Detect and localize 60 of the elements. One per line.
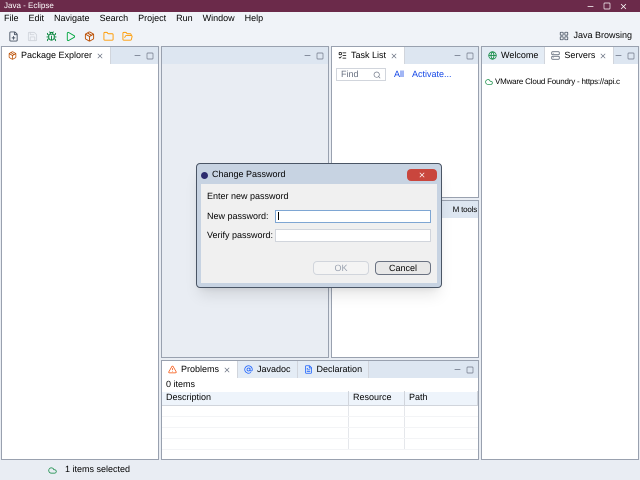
close-icon[interactable] <box>599 52 608 60</box>
server-item[interactable]: VMware Cloud Foundry - https://api.c <box>495 76 620 88</box>
view-tab[interactable]: Servers <box>545 47 614 64</box>
menu-item[interactable]: Edit <box>28 12 44 26</box>
menu-item[interactable]: File <box>4 12 19 26</box>
dialog-logo-icon <box>201 172 208 178</box>
new-file-icon[interactable] <box>8 30 19 42</box>
close-icon[interactable] <box>96 52 104 60</box>
menu-item[interactable]: Navigate <box>54 12 90 26</box>
find-field[interactable]: Find <box>336 68 386 82</box>
close-icon[interactable] <box>223 366 232 374</box>
menu-item[interactable]: Window <box>202 12 235 26</box>
panel-text: M tools <box>452 204 477 216</box>
at-icon <box>244 365 254 374</box>
dialog-heading: Enter new password <box>207 190 290 203</box>
view-tab[interactable]: Declaration <box>298 361 370 378</box>
list-icon <box>338 51 347 60</box>
password-field[interactable] <box>275 229 431 242</box>
view-tab[interactable]: Problems <box>162 361 238 378</box>
password-field[interactable] <box>275 210 431 223</box>
folder-icon[interactable] <box>103 30 114 42</box>
close-icon[interactable] <box>619 2 628 10</box>
filter-link[interactable]: All <box>394 68 404 82</box>
search-icon <box>373 70 381 79</box>
close-button[interactable] <box>407 169 437 181</box>
cloud-icon <box>48 466 57 474</box>
menu-item[interactable]: Help <box>244 12 264 26</box>
server-icon <box>551 51 560 60</box>
close-icon[interactable] <box>390 52 398 60</box>
view-tab[interactable]: Package Explorer <box>2 47 112 64</box>
status-text: 1 items selected <box>65 463 130 476</box>
menu-item[interactable]: Project <box>138 12 166 26</box>
view-tab[interactable]: Javadoc <box>238 361 298 378</box>
close-icon[interactable] <box>418 171 426 179</box>
document-icon <box>304 365 313 374</box>
cloud-icon <box>485 78 493 86</box>
field-label: New password: <box>207 210 270 223</box>
view-tab[interactable]: Task List <box>332 47 406 64</box>
view-tab[interactable]: Welcome <box>482 47 546 64</box>
play-icon[interactable] <box>65 30 76 42</box>
perspective-button[interactable]: Java Browsing <box>573 29 632 43</box>
field-label: Verify password: <box>207 229 274 242</box>
item-count: 0 items <box>165 378 196 391</box>
package-icon[interactable] <box>84 30 95 42</box>
column-header[interactable]: Path <box>405 391 478 405</box>
dialog-title: Change Password <box>212 168 286 182</box>
warning-icon <box>168 365 177 374</box>
open-folder-icon[interactable] <box>122 30 133 42</box>
text-cursor-icon <box>278 212 279 220</box>
bug-icon[interactable] <box>46 30 57 42</box>
column-header[interactable]: Description <box>162 391 349 405</box>
filter-link[interactable]: Activate... <box>412 68 452 82</box>
column-header[interactable]: Resource <box>349 391 405 405</box>
dialog-button[interactable]: Cancel <box>375 260 431 274</box>
package-icon <box>8 51 17 60</box>
menu-item[interactable]: Run <box>176 12 193 26</box>
menu-item[interactable]: Search <box>100 12 128 26</box>
window-title: Java - Eclipse <box>4 0 54 12</box>
perspective-icon[interactable] <box>559 31 570 41</box>
globe-icon <box>488 51 497 60</box>
